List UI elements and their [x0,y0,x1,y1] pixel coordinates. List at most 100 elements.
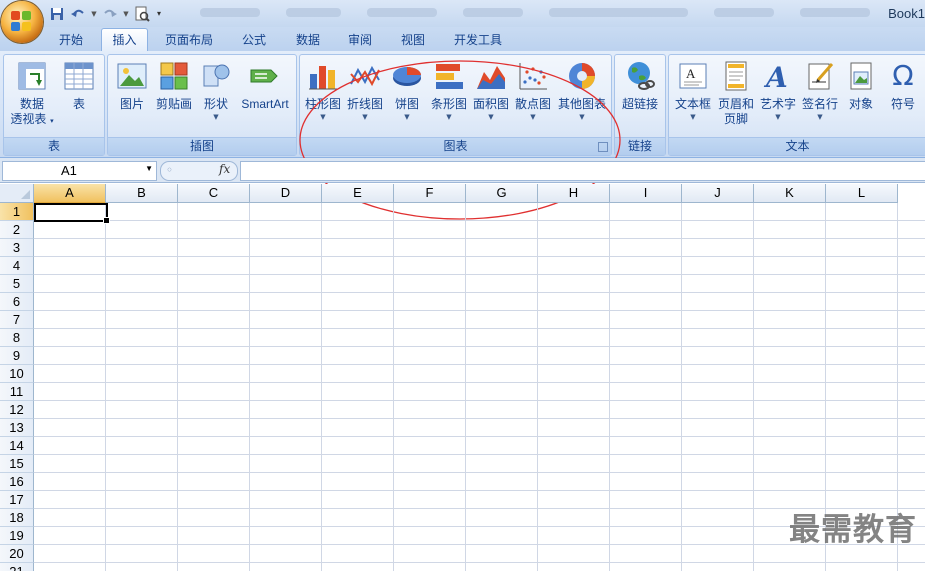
insert-function-button[interactable]: fx [219,162,230,176]
row-header[interactable]: 8 [0,329,34,347]
row-header[interactable]: 19 [0,527,34,545]
formula-bar: A1 ▼ ◦ fx [0,158,925,183]
worksheet-grid: ABCDEFGHIJKL 1 2 3 4 5 6 7 8 9 10 11 12 13 14 15 16 17 18… [0,184,925,571]
undo-dropdown[interactable]: ▼ [90,5,98,23]
row-header[interactable]: 21 [0,563,34,571]
shapes-button[interactable]: 形状 ▼ [196,57,236,122]
area-chart-button[interactable]: 面积图 ▼ [470,57,512,122]
row-header[interactable]: 6 [0,293,34,311]
chevron-down-icon[interactable]: ▼ [145,164,153,173]
line-chart-button[interactable]: 折线图 ▼ [344,57,386,122]
row-header[interactable]: 4 [0,257,34,275]
signature-line-label: 签名行 [801,97,838,111]
row-header[interactable]: 2 [0,221,34,239]
tab-formulas[interactable]: 公式 [231,30,277,51]
clipart-button[interactable]: 剪贴画 [152,57,196,112]
column-header[interactable]: D [250,184,322,203]
chevron-down-icon: ▼ [404,113,410,121]
save-button[interactable] [48,5,66,23]
column-header[interactable]: I [610,184,682,203]
row-header[interactable]: 5 [0,275,34,293]
other-charts-label: 其他图表 [557,97,606,111]
picture-button[interactable]: 图片 [112,57,152,112]
customize-icon: ▾ [156,9,161,18]
undo-button[interactable] [69,5,87,23]
row-header[interactable]: 13 [0,419,34,437]
taskbar-blur [200,6,871,20]
wordart-button[interactable]: A 艺术字 ▼ [757,57,799,122]
active-cell[interactable] [34,203,110,224]
column-header[interactable]: H [538,184,610,203]
row-header[interactable]: 3 [0,239,34,257]
row-header[interactable]: 7 [0,311,34,329]
group-text-label: 文本 [669,137,925,155]
shapes-label: 形状 [203,97,228,111]
row-header[interactable]: 18 [0,509,34,527]
tab-developer[interactable]: 开发工具 [444,30,512,51]
row-header[interactable]: 11 [0,383,34,401]
signature-line-button[interactable]: 签名行 ▼ [799,57,841,122]
textbox-button[interactable]: A 文本框 ▼ [671,57,715,122]
column-header[interactable]: E [322,184,394,203]
header-footer-label-1: 页眉和 [717,97,754,111]
smartart-button[interactable]: SmartArt [236,57,294,112]
column-header[interactable]: J [682,184,754,203]
row-header[interactable]: 17 [0,491,34,509]
chevron-down-icon: ▼ [690,113,696,121]
tab-insert[interactable]: 插入 [101,28,148,52]
table-button[interactable]: 表 [56,57,102,112]
header-footer-button[interactable]: 页眉和 页脚 [715,57,757,127]
group-illustrations: 图片 剪贴画 形状 ▼ SmartArt 插图 [107,54,297,156]
hyperlink-button[interactable]: 超链接 [617,57,663,112]
tab-data[interactable]: 数据 [285,30,331,51]
splitter-handle-icon[interactable]: ◦ [166,163,173,177]
chevron-down-icon: ▼ [446,113,452,121]
column-header[interactable]: G [466,184,538,203]
charts-dialog-launcher[interactable] [598,142,608,152]
row-header[interactable]: 1 [0,203,34,221]
name-box[interactable]: A1 ▼ [2,161,157,181]
group-illustrations-label: 插图 [108,137,296,155]
window-title: Book1 [888,6,925,21]
bar-chart-button[interactable]: 条形图 ▼ [428,57,470,122]
formula-input[interactable] [240,161,925,181]
column-chart-icon [307,60,339,92]
pivot-table-button[interactable]: 数据 透视表 ▾ [6,57,58,129]
tab-review[interactable]: 审阅 [337,30,383,51]
tab-page-layout[interactable]: 页面布局 [157,30,221,51]
row-header[interactable]: 10 [0,365,34,383]
row-header[interactable]: 20 [0,545,34,563]
column-header[interactable]: K [754,184,826,203]
object-button[interactable]: 对象 [841,57,881,112]
redo-dropdown[interactable]: ▼ [122,5,130,23]
redo-button[interactable] [101,5,119,23]
tab-view[interactable]: 视图 [390,30,436,51]
column-header[interactable]: B [106,184,178,203]
row-header[interactable]: 15 [0,455,34,473]
column-header[interactable]: A [34,184,106,203]
customize-qat-button[interactable]: ▾ [154,5,164,23]
print-preview-button[interactable] [133,5,151,23]
row-header[interactable]: 16 [0,473,34,491]
row-header[interactable]: 14 [0,437,34,455]
row-header[interactable]: 12 [0,401,34,419]
scatter-chart-button[interactable]: 散点图 ▼ [512,57,554,122]
line-chart-label: 折线图 [346,97,383,111]
row-header[interactable]: 9 [0,347,34,365]
office-button[interactable] [1,1,43,43]
other-charts-button[interactable]: 其他图表 ▼ [554,57,610,122]
chevron-down-icon: ▼ [817,113,823,121]
column-header[interactable]: F [394,184,466,203]
scatter-chart-label: 散点图 [514,97,551,111]
select-all-button[interactable] [0,184,34,203]
group-links-label: 链接 [615,137,665,155]
tab-home[interactable]: 开始 [48,30,94,51]
pie-chart-button[interactable]: 饼图 ▼ [386,57,428,122]
bar-chart-label: 条形图 [430,97,467,111]
hyperlink-globe-icon [624,60,656,92]
chevron-down-icon: ▼ [320,113,326,121]
column-header[interactable]: C [178,184,250,203]
column-header[interactable]: L [826,184,898,203]
symbol-button[interactable]: Ω 符号 [881,57,925,112]
column-chart-button[interactable]: 柱形图 ▼ [302,57,344,122]
